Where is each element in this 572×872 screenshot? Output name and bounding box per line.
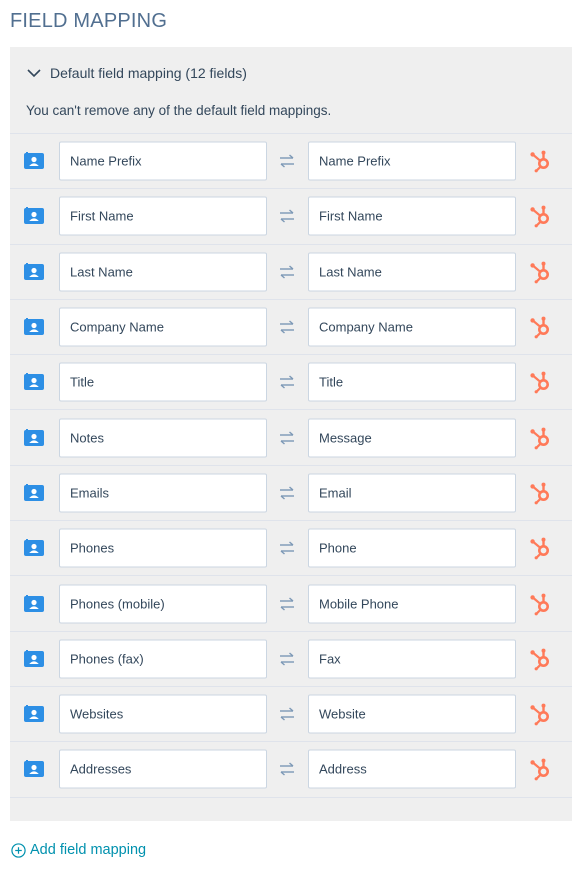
target-field[interactable]: First Name (308, 196, 516, 236)
plus-circle-icon (11, 842, 26, 858)
swap-arrows-icon (280, 762, 294, 776)
swap-arrows-icon (280, 375, 294, 389)
mapping-row: Notes Message (10, 410, 572, 466)
source-field[interactable]: Phones (mobile) (59, 584, 267, 624)
hubspot-sprocket-icon (530, 371, 549, 394)
mapping-list: Name Prefix Name Prefix First Name First… (10, 134, 572, 798)
hubspot-sprocket-icon (530, 316, 549, 339)
contact-card-icon (24, 539, 44, 557)
mapping-row: First Name First Name (10, 189, 572, 245)
mapping-row: Name Prefix Name Prefix (10, 134, 572, 190)
target-field[interactable]: Last Name (308, 252, 516, 292)
mapping-row: Websites Website (10, 687, 572, 743)
mapping-row: Title Title (10, 355, 572, 411)
source-field[interactable]: Last Name (59, 252, 267, 292)
source-field[interactable]: Addresses (59, 749, 267, 789)
source-field[interactable]: Phones (fax) (59, 639, 267, 679)
contact-card-icon (24, 262, 44, 280)
info-note: You can't remove any of the default fiel… (26, 103, 332, 118)
contact-card-icon (24, 152, 44, 170)
contact-card-icon (24, 705, 44, 723)
source-field[interactable]: Emails (59, 473, 267, 513)
mapping-row: Phones (fax) Fax (10, 632, 572, 687)
add-field-mapping-link[interactable]: Add field mapping (11, 842, 146, 858)
mapping-row: Company Name Company Name (10, 300, 572, 356)
hubspot-sprocket-icon (530, 427, 549, 450)
contact-card-icon (24, 318, 44, 336)
target-field[interactable]: Message (308, 418, 516, 458)
swap-arrows-icon (280, 541, 294, 555)
mapping-row: Phones Phone (10, 521, 572, 577)
hubspot-sprocket-icon (530, 206, 549, 228)
hubspot-sprocket-icon (530, 261, 549, 284)
contact-card-icon (24, 428, 44, 446)
source-field[interactable]: Phones (59, 528, 267, 568)
page-title: FIELD MAPPING (10, 10, 168, 32)
hubspot-sprocket-icon (530, 759, 549, 781)
target-field[interactable]: Company Name (308, 307, 516, 347)
source-field[interactable]: Websites (59, 694, 267, 734)
target-field[interactable]: Email (308, 473, 516, 513)
target-field[interactable]: Title (308, 362, 516, 402)
default-mapping-panel: Default field mapping (12 fields) You ca… (10, 47, 572, 821)
contact-card-icon (24, 373, 44, 391)
source-field[interactable]: Title (59, 362, 267, 402)
contact-card-icon (24, 483, 44, 501)
target-field[interactable]: Phone (308, 528, 516, 568)
hubspot-sprocket-icon (530, 482, 549, 505)
hubspot-sprocket-icon (530, 648, 549, 671)
target-field[interactable]: Website (308, 694, 516, 734)
contact-card-icon (24, 594, 44, 612)
contact-card-icon (24, 207, 44, 225)
mapping-row: Addresses Address (10, 742, 572, 798)
add-field-mapping-label: Add field mapping (30, 842, 147, 858)
target-field[interactable]: Address (308, 749, 516, 789)
source-field[interactable]: First Name (59, 196, 267, 236)
accordion-toggle[interactable]: Default field mapping (12 fields) (26, 63, 247, 83)
source-field[interactable]: Company Name (59, 307, 267, 347)
swap-arrows-icon (280, 431, 294, 445)
hubspot-sprocket-icon (530, 703, 549, 726)
swap-arrows-icon (280, 265, 294, 279)
source-field[interactable]: Notes (59, 418, 267, 458)
accordion-title: Default field mapping (12 fields) (50, 65, 247, 81)
swap-arrows-icon (280, 209, 294, 223)
contact-card-icon (24, 649, 44, 667)
mapping-row: Phones (mobile) Mobile Phone (10, 576, 572, 632)
mapping-row: Emails Email (10, 466, 572, 522)
chevron-down-icon (27, 69, 41, 78)
swap-arrows-icon (280, 707, 294, 721)
hubspot-sprocket-icon (530, 150, 549, 173)
hubspot-sprocket-icon (530, 593, 549, 615)
target-field[interactable]: Fax (308, 639, 516, 679)
target-field[interactable]: Mobile Phone (308, 584, 516, 624)
mapping-row: Last Name Last Name (10, 245, 572, 300)
source-field[interactable]: Name Prefix (59, 141, 267, 181)
hubspot-sprocket-icon (530, 537, 549, 560)
contact-card-icon (24, 760, 44, 778)
swap-arrows-icon (280, 320, 294, 334)
target-field[interactable]: Name Prefix (308, 141, 516, 181)
swap-arrows-icon (280, 486, 294, 500)
swap-arrows-icon (280, 596, 294, 611)
swap-arrows-icon (280, 652, 294, 666)
swap-arrows-icon (280, 154, 294, 168)
